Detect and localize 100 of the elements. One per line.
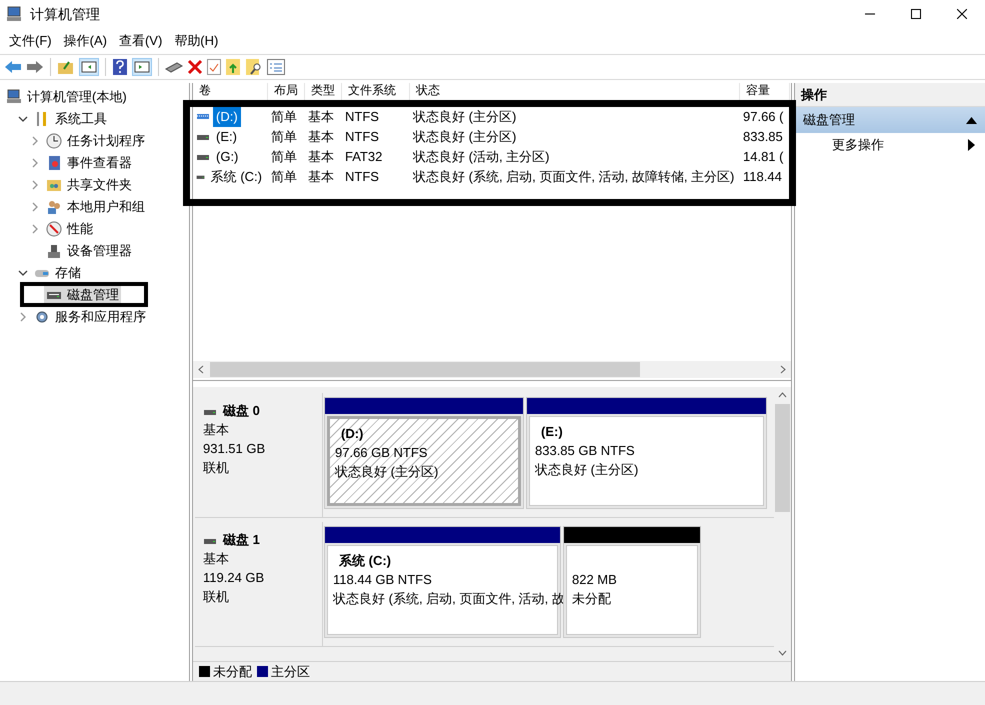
device-icon (46, 243, 62, 259)
table-cell-text: 基本 (308, 128, 334, 146)
tree-item[interactable]: 任务计划程序 (44, 131, 147, 151)
volume-name[interactable]: 系统 (C:) (208, 167, 265, 187)
table-cell-text: 基本 (308, 148, 334, 166)
gauge-icon (46, 221, 62, 237)
chevron-right-icon[interactable] (30, 158, 40, 168)
chevron-right-icon[interactable] (18, 312, 28, 322)
legend-label: 未分配 (213, 662, 252, 681)
collapse-triangle-icon[interactable] (966, 116, 977, 124)
disk-name: 磁盘 0 (223, 402, 260, 420)
checklist-icon[interactable] (207, 59, 221, 75)
table-cell-text: 基本 (308, 168, 334, 186)
partition-size: 822 MB (572, 571, 617, 589)
menu-item[interactable]: 帮助(H) (168, 30, 224, 52)
folder-search-icon[interactable] (245, 58, 263, 76)
volume-name[interactable]: (G:) (213, 147, 242, 167)
column-header[interactable]: 文件系统 (342, 83, 410, 100)
action-item[interactable]: 更多操作 (795, 133, 985, 157)
pane-header: 操作 (795, 83, 985, 107)
menu-item[interactable]: 操作(A) (58, 30, 113, 52)
tree-item-label: 系统工具 (55, 110, 107, 128)
tree-item-label: 计算机管理(本地) (27, 88, 127, 106)
horizontal-scrollbar[interactable] (193, 361, 791, 378)
menu-item[interactable]: 查看(V) (112, 30, 168, 52)
partition[interactable]: (E:) 833.85 GB NTFS 状态良好 (主分区) (526, 397, 767, 509)
column-header[interactable]: 状态 (410, 83, 740, 100)
column-header[interactable]: 布局 (268, 83, 305, 100)
tree-item-label: 共享文件夹 (67, 176, 132, 194)
volume-name[interactable]: (D:) (213, 107, 241, 127)
menu-item[interactable]: 文件(F) (3, 30, 58, 52)
chevron-right-icon[interactable] (30, 202, 40, 212)
users-icon (46, 199, 62, 215)
panel-icon[interactable] (132, 58, 152, 76)
partition[interactable]: 822 MB 未分配 (563, 526, 701, 638)
partition[interactable]: (D:) 97.66 GB NTFS 状态良好 (主分区) (324, 397, 524, 509)
partition-status: 状态良好 (主分区) (535, 461, 638, 479)
table-cell-text: 118.44 (743, 168, 782, 186)
partition-label: 系统 (C:) (338, 552, 391, 570)
tree-item[interactable]: 设备管理器 (44, 241, 134, 261)
chevron-right-icon[interactable] (30, 224, 40, 234)
column-header[interactable]: 类型 (305, 83, 342, 100)
folder-up-icon[interactable] (57, 59, 75, 75)
panel-icon[interactable] (79, 58, 99, 76)
tree-item-label: 存储 (55, 264, 81, 282)
partition-size: 833.85 GB NTFS (535, 442, 635, 460)
tree-item-label: 性能 (67, 220, 93, 238)
tree-item[interactable]: 本地用户和组 (44, 197, 147, 217)
submenu-arrow-icon (968, 139, 975, 151)
tree-item-label: 事件查看器 (67, 154, 132, 172)
table-cell-text: NTFS (345, 128, 379, 146)
table-cell-text: FAT32 (345, 148, 382, 166)
table-cell-text: 状态良好 (活动, 主分区) (413, 148, 550, 166)
tree-item[interactable]: 事件查看器 (44, 153, 134, 173)
partition-label: (D:) (340, 425, 364, 443)
table-cell-text: 简单 (271, 108, 297, 126)
tree-item[interactable]: 性能 (44, 219, 95, 239)
column-header[interactable]: 容量 (740, 83, 790, 100)
tree-item[interactable]: 共享文件夹 (44, 175, 134, 195)
computer-icon (6, 6, 22, 22)
delete-icon[interactable] (187, 59, 203, 75)
table-cell-text: 状态良好 (主分区) (413, 108, 516, 126)
table-cell-text: 简单 (271, 128, 297, 146)
table-cell-text: 97.66 ( (743, 108, 784, 126)
table-cell-text: 简单 (271, 168, 297, 186)
legend-label: 主分区 (271, 662, 310, 681)
table-cell-text: 14.81 ( (743, 148, 784, 166)
help-icon[interactable] (112, 58, 128, 76)
notebook-icon (46, 155, 62, 171)
table-cell-text: NTFS (345, 108, 379, 126)
disk-name: 磁盘 1 (223, 531, 260, 549)
tree-item[interactable]: 服务和应用程序 (32, 307, 148, 327)
tree-item[interactable]: 存储 (32, 263, 83, 283)
tree-item[interactable]: 计算机管理(本地) (4, 87, 129, 107)
maximize-icon (911, 9, 921, 19)
disk-type: 基本 (203, 550, 230, 568)
shared-folder-icon (46, 177, 62, 193)
tree-item-label: 磁盘管理 (67, 286, 119, 304)
volume-name[interactable]: (E:) (213, 127, 240, 147)
partition-label: (E:) (540, 423, 563, 441)
disk-size: 931.51 GB (203, 440, 266, 458)
action-section[interactable]: 磁盘管理 (795, 107, 985, 133)
computer-icon (6, 89, 22, 105)
chevron-right-icon[interactable] (30, 180, 40, 190)
chevron-down-icon[interactable] (18, 268, 28, 278)
disk-size: 119.24 GB (203, 569, 266, 587)
chevron-down-icon[interactable] (18, 114, 28, 124)
column-header[interactable]: 卷 (193, 83, 268, 100)
partition[interactable]: 系统 (C:) 118.44 GB NTFS 状态良好 (系统, 启动, 页面文件, 活动, 故 (324, 526, 561, 638)
disk-status: 联机 (203, 588, 230, 606)
partition-size: 118.44 GB NTFS (333, 571, 432, 589)
close-icon (957, 9, 967, 19)
forward-arrow-icon[interactable] (26, 60, 44, 74)
table-cell-text: NTFS (345, 168, 379, 186)
back-arrow-icon[interactable] (4, 60, 22, 74)
chevron-right-icon[interactable] (30, 136, 40, 146)
table-cell-text: 833.85 (743, 128, 783, 146)
tree-item[interactable]: 系统工具 (32, 109, 109, 129)
clock-icon (46, 133, 62, 149)
properties-icon[interactable] (267, 59, 285, 75)
